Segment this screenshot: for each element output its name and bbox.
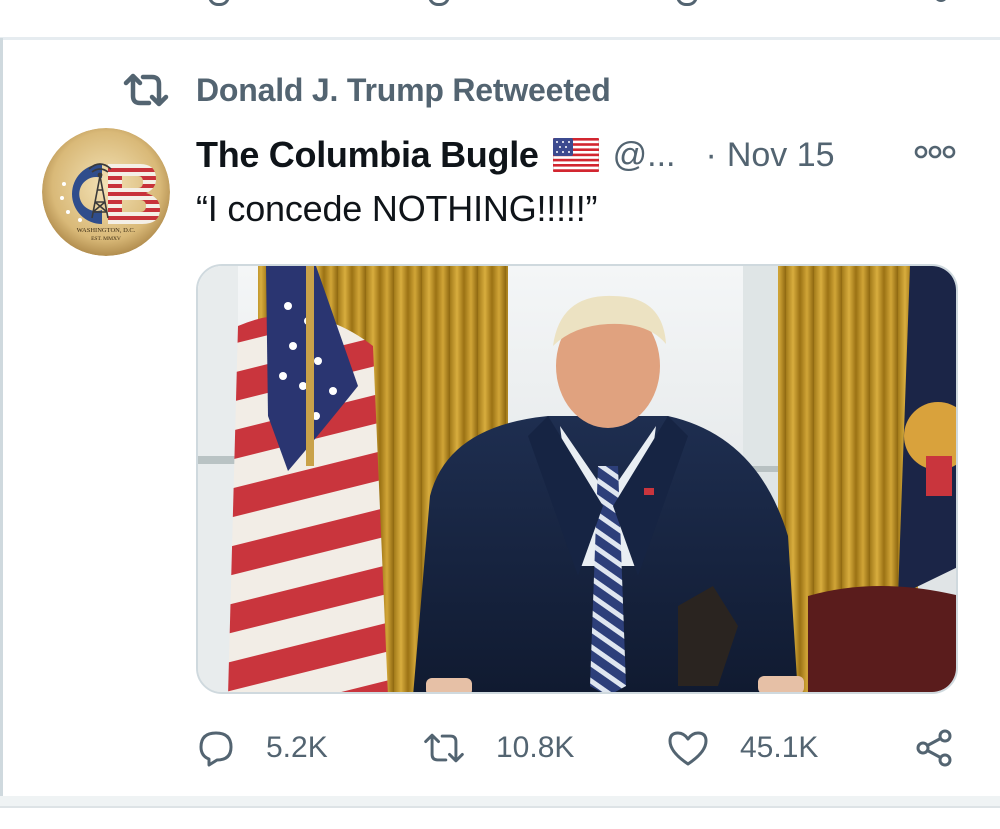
tweet-date[interactable]: Nov 15 bbox=[727, 136, 835, 175]
photo-oval-office bbox=[198, 266, 956, 692]
tweet-text: “I concede NOTHING!!!!!” bbox=[196, 188, 598, 229]
retweet-icon bbox=[428, 0, 450, 6]
reply-icon bbox=[208, 0, 230, 6]
avatar[interactable]: WASHINGTON, D.C. EST. MMXV bbox=[42, 128, 170, 256]
reply-count: 5.2K bbox=[266, 731, 328, 764]
divider bbox=[0, 806, 1000, 808]
separator-dot: · bbox=[705, 135, 717, 174]
heart-icon bbox=[668, 731, 708, 766]
author-display-name[interactable]: The Columbia Bugle bbox=[196, 134, 539, 176]
retweet-count: 10.8K bbox=[496, 731, 575, 764]
tweet-media[interactable] bbox=[196, 264, 958, 694]
share-icon bbox=[934, 0, 948, 2]
timeline-border bbox=[0, 38, 3, 798]
share-button[interactable] bbox=[914, 720, 954, 776]
retweet-banner-text: Donald J. Trump Retweeted bbox=[196, 71, 611, 108]
us-flag-emoji bbox=[552, 138, 599, 172]
like-button[interactable]: 45.1K bbox=[666, 720, 818, 776]
retweet-button[interactable]: 10.8K bbox=[422, 720, 574, 776]
reply-button[interactable]: 5.2K bbox=[196, 720, 328, 776]
author-handle[interactable]: @... bbox=[613, 136, 676, 175]
avatar-caption-1: WASHINGTON, D.C. bbox=[77, 227, 136, 234]
share-icon bbox=[916, 729, 952, 767]
divider bbox=[0, 796, 1000, 806]
more-options-icon[interactable] bbox=[914, 142, 956, 162]
retweet-icon bbox=[424, 733, 464, 763]
heart-icon bbox=[676, 0, 698, 6]
divider bbox=[0, 37, 1000, 40]
avatar-caption-2: EST. MMXV bbox=[91, 236, 121, 242]
retweet-icon bbox=[123, 73, 169, 107]
tweet-actions: 5.2K 10.8K 45.1K bbox=[196, 720, 966, 776]
columbia-bugle-logo: WASHINGTON, D.C. EST. MMXV bbox=[42, 128, 170, 256]
like-count: 45.1K bbox=[740, 731, 819, 764]
retweet-banner[interactable]: Donald J. Trump Retweeted bbox=[122, 70, 611, 110]
reply-icon bbox=[199, 731, 233, 767]
tweet-header: The Columbia Bugle @... · Nov 15 bbox=[196, 130, 966, 180]
previous-tweet-actions-fragment bbox=[0, 0, 1000, 38]
